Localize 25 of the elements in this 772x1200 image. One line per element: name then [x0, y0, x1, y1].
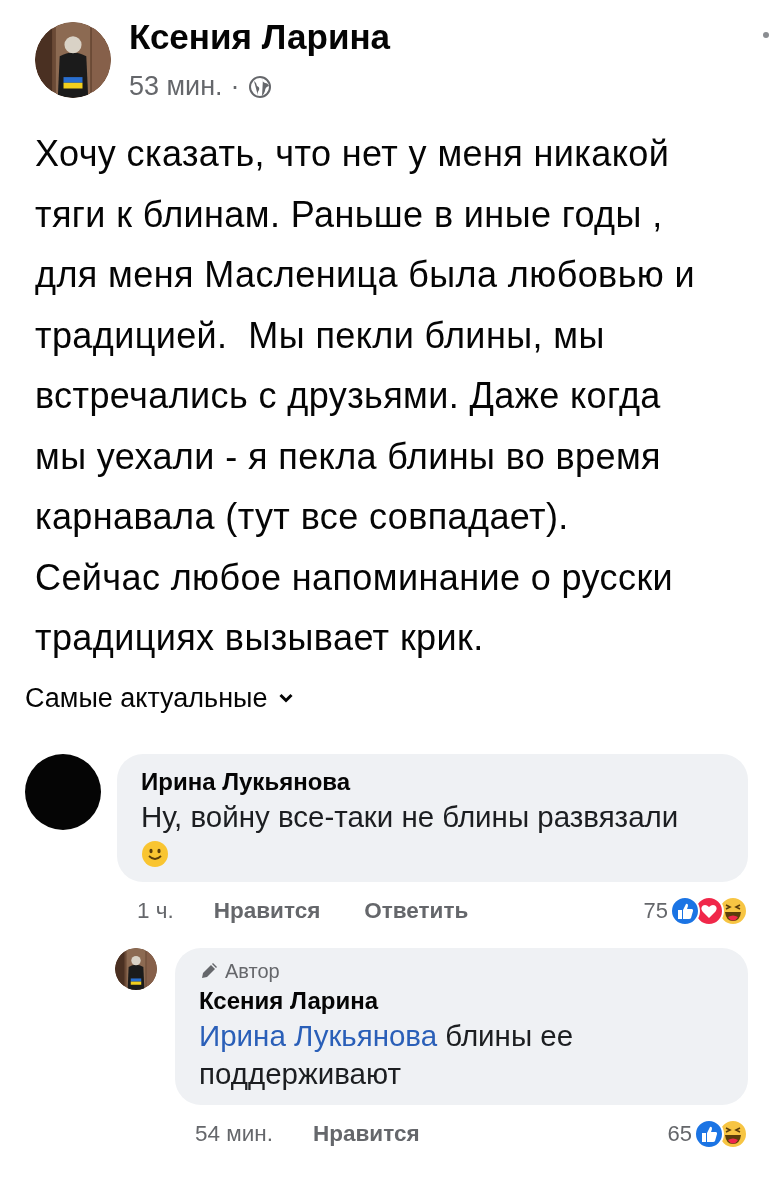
- more-icon[interactable]: [763, 32, 769, 38]
- separator: ·: [230, 71, 240, 102]
- commenter-name[interactable]: Ирина Лукьянова: [141, 767, 724, 796]
- sort-dropdown[interactable]: Самые актуальные: [25, 682, 268, 714]
- comment-time[interactable]: 54 мин.: [195, 1120, 273, 1147]
- author-label: Автор: [225, 959, 280, 983]
- reaction-count[interactable]: 75: [643, 897, 668, 924]
- mention-link[interactable]: Ирина Лукьянова: [199, 1018, 438, 1052]
- action-link[interactable]: Нравится: [313, 1120, 420, 1147]
- comment-time[interactable]: 1 ч.: [137, 897, 174, 924]
- comment-text: Ирина Лукьянова блины ее поддерживают: [199, 1017, 575, 1092]
- action-link[interactable]: Нравится: [213, 897, 321, 924]
- smiling-face-icon: [141, 839, 169, 868]
- globe-icon: [247, 74, 272, 99]
- commenter-name[interactable]: Ксения Ларина: [199, 986, 724, 1015]
- like-reaction-icon: [670, 895, 700, 926]
- post-text: Хочу сказать, что нет у меня никакой тяги к блинам. Раньше в иные годы , для меня Масленица была любовью и традицией. Мы пекли блины, мы встречались с друзьями. Даже когда мы уехали - я пекла блины во время карнавала (тут все совпадает). Сейчас любое напоминание о русски традициях вызывает крик.: [34, 132, 697, 660]
- action-link[interactable]: Ответить: [364, 897, 469, 924]
- like-reaction-icon: [694, 1118, 724, 1149]
- pen-icon: [199, 962, 219, 980]
- chevron-down-icon[interactable]: [279, 693, 294, 703]
- post-time[interactable]: 53 мин.: [129, 71, 223, 102]
- author-name[interactable]: Ксения Ларина: [129, 17, 391, 57]
- comment-text: Ну, войну все-таки не блины развязали: [141, 798, 680, 835]
- reaction-count[interactable]: 65: [667, 1120, 692, 1147]
